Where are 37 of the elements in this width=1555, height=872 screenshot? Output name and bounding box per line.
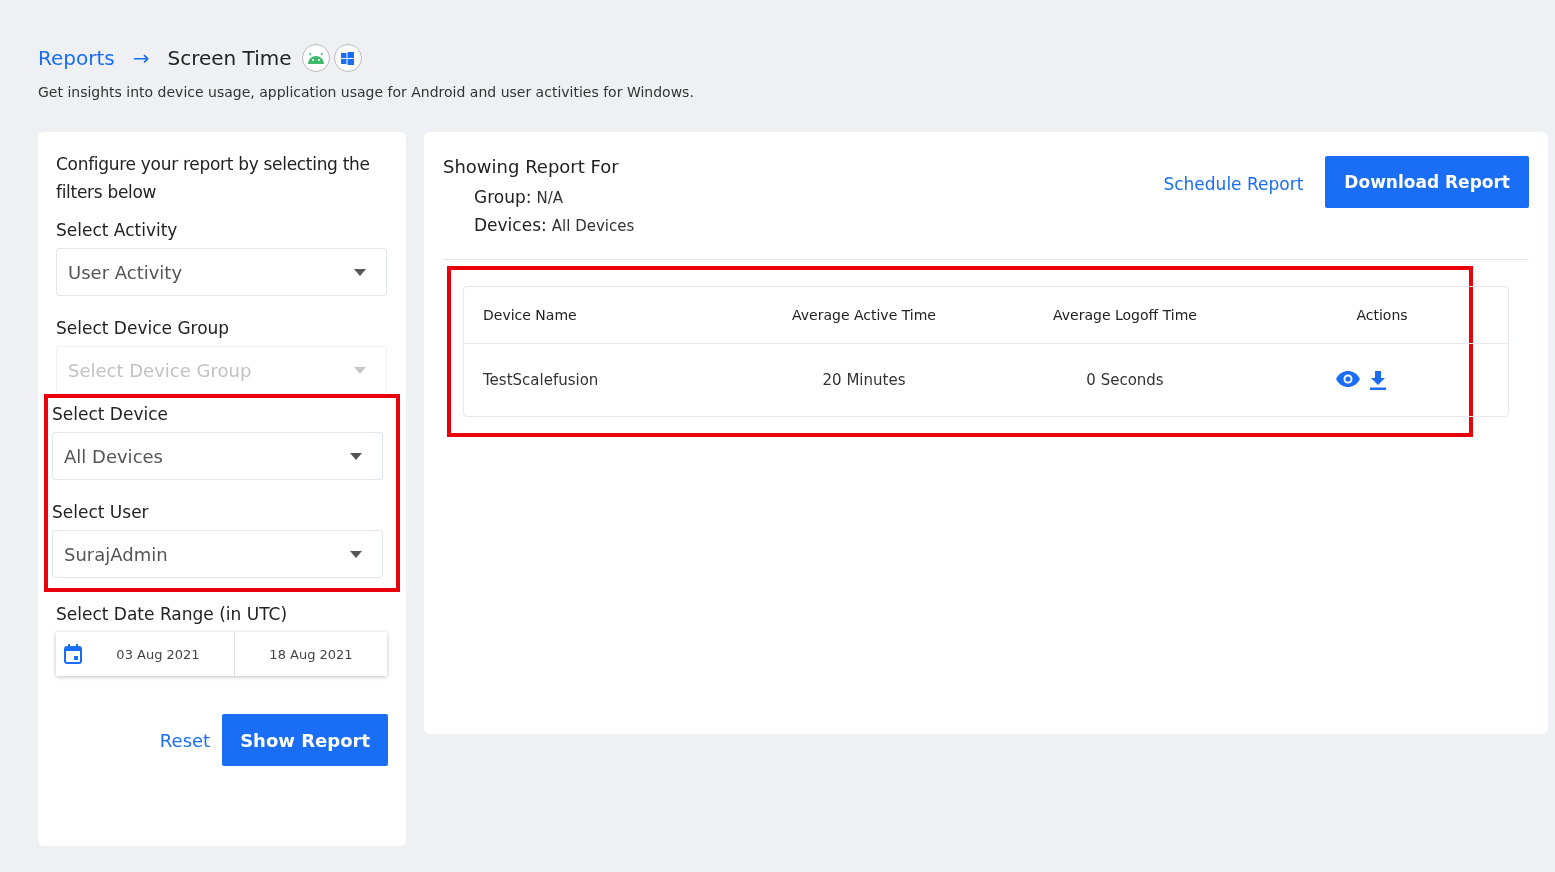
schedule-report-link[interactable]: Schedule Report — [1163, 174, 1304, 194]
dropdown-caret-icon — [354, 366, 366, 374]
page-title: Screen Time — [167, 46, 292, 70]
dropdown-field[interactable]: All Devices — [52, 432, 383, 480]
calendar-icon — [64, 644, 82, 664]
show-report-button[interactable]: Show Report — [222, 714, 388, 766]
download-icon[interactable] — [1370, 370, 1386, 390]
field-label: Select Activity — [56, 220, 179, 240]
column-header: Actions — [1355, 307, 1409, 323]
table-cell-text: 20 Minutes — [821, 371, 907, 389]
breadcrumb-arrow: → — [132, 46, 150, 70]
date-range-field[interactable]: 03 Aug 2021 18 Aug 2021 — [56, 632, 387, 676]
field-label: Select Device — [52, 404, 169, 424]
column-header: Device Name — [482, 307, 578, 323]
reset-button[interactable]: Reset — [159, 729, 211, 751]
reports-link[interactable]: Reports — [38, 46, 115, 70]
column-header: Average Logoff Time — [1052, 307, 1198, 323]
dropdown-field[interactable]: User Activity — [56, 248, 387, 296]
view-eye-icon[interactable] — [1336, 370, 1360, 387]
column-header: Average Active Time — [791, 307, 937, 323]
table-cell-text: TestScalefusion — [482, 371, 600, 389]
group-info: Group: N/A — [474, 187, 565, 207]
windows-icon — [333, 44, 362, 72]
download-report-button[interactable]: Download Report — [1325, 156, 1529, 208]
table-cell-text: 0 Seconds — [1085, 371, 1165, 389]
report-heading: Showing Report For — [443, 156, 620, 177]
dropdown-field[interactable]: SurajAdmin — [52, 530, 383, 578]
android-icon — [301, 44, 330, 72]
devices-info: Devices: All Devices — [474, 215, 635, 235]
field-label: Select Date Range (in UTC) — [56, 604, 289, 624]
dropdown-caret-icon — [350, 452, 362, 460]
filters-intro: Configure your report by selecting the filters below — [56, 153, 371, 204]
field-label: Select Device Group — [56, 318, 231, 338]
field-label: Select User — [52, 502, 150, 522]
page-description: Get insights into device usage, application usage for Android and user activities for Windows. — [38, 84, 695, 100]
dropdown-caret-icon — [350, 550, 362, 558]
dropdown-caret-icon — [354, 268, 366, 276]
